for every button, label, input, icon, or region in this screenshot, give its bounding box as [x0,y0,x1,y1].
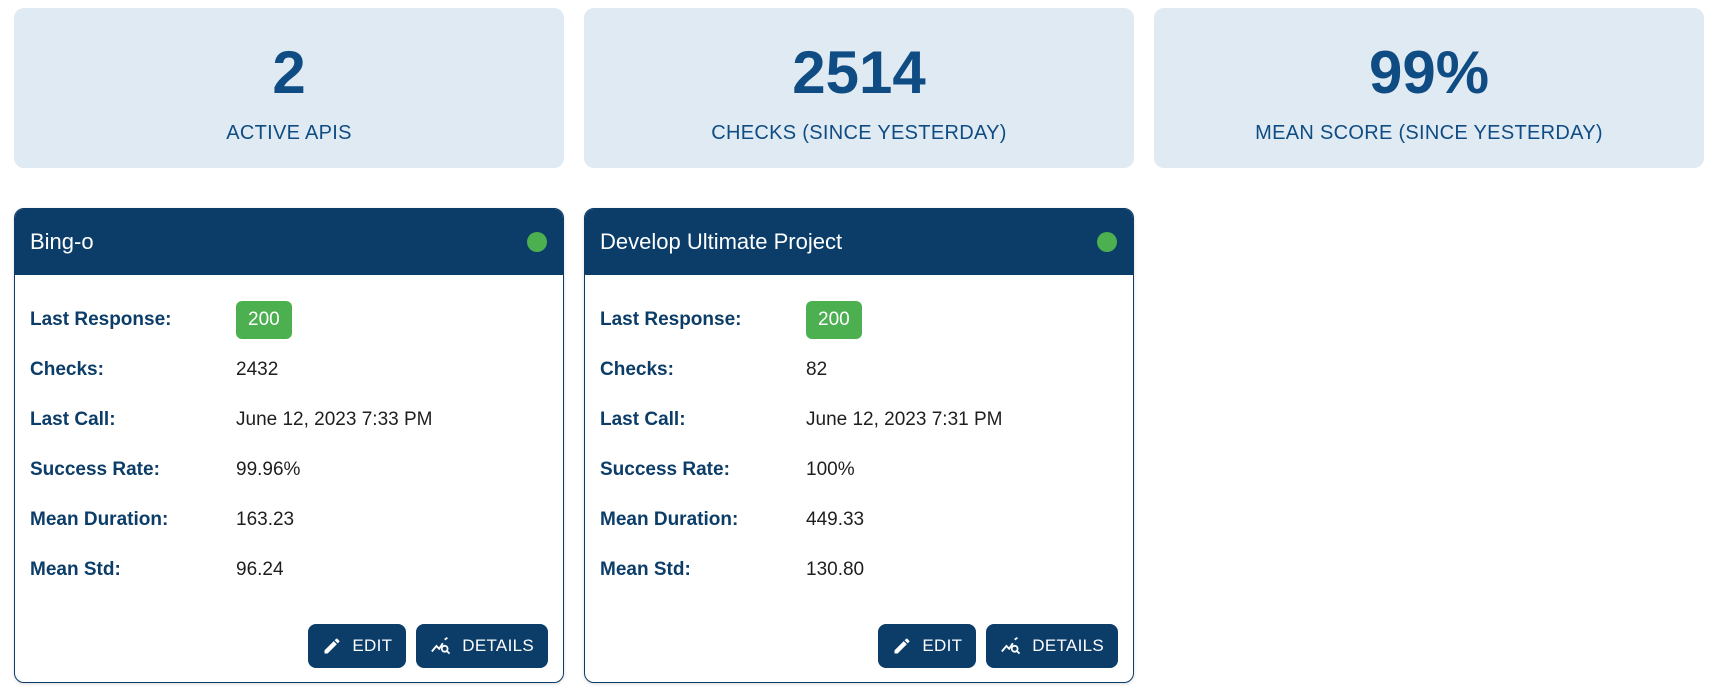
details-label: DETAILS [462,636,534,655]
details-button[interactable]: DETAILS [986,624,1118,668]
mean-duration-value: 449.33 [806,509,865,530]
api-name: Develop Ultimate Project [600,229,843,254]
edit-label: EDIT [352,636,393,655]
row-success-rate: Success Rate: 99.96% [30,445,548,495]
api-card: Bing-o Last Response: 200 Checks: 2432 L… [14,208,564,683]
last-call-value: June 12, 2023 7:33 PM [236,409,433,430]
card-actions: EDIT DETAILS [878,624,1118,668]
row-mean-duration: Mean Duration: 163.23 [30,495,548,545]
row-label: Mean Std: [600,559,691,580]
details-button[interactable]: DETAILS [416,624,548,668]
stat-value: 2514 [792,39,926,106]
row-label: Mean Duration: [30,509,169,530]
row-label: Checks: [600,359,674,380]
row-label: Last Call: [30,409,116,430]
stat-active-apis: 2 ACTIVE APIS [14,8,564,168]
stat-label: MEAN SCORE (SINCE YESTERDAY) [1255,122,1603,144]
row-label: Success Rate: [600,459,730,480]
last-call-value: June 12, 2023 7:31 PM [806,409,1003,430]
row-label: Last Call: [600,409,686,430]
stat-label: ACTIVE APIS [226,122,352,144]
stat-value: 99% [1368,39,1490,106]
details-label: DETAILS [1032,636,1104,655]
response-code-badge: 200 [236,301,292,339]
edit-label: EDIT [922,636,963,655]
success-rate-value: 99.96% [236,459,301,480]
edit-button[interactable]: EDIT [878,624,977,668]
row-label: Mean Duration: [600,509,739,530]
card-header: Bing-o [15,209,563,275]
success-rate-value: 100% [806,459,855,480]
mean-std-value: 130.80 [806,559,865,580]
status-dot-icon [1097,232,1117,252]
stat-label: CHECKS (SINCE YESTERDAY) [711,122,1007,144]
card-body: Last Response: 200 Checks: 82 Last Call:… [585,275,1133,595]
row-label: Mean Std: [30,559,121,580]
row-last-call: Last Call: June 12, 2023 7:31 PM [600,395,1118,445]
row-label: Last Response: [600,309,742,330]
mean-std-value: 96.24 [236,559,284,580]
chart-search-icon [1000,635,1022,657]
checks-value: 2432 [236,359,279,380]
mean-duration-value: 163.23 [236,509,295,530]
row-last-response: Last Response: 200 [30,295,548,345]
row-mean-duration: Mean Duration: 449.33 [600,495,1118,545]
pencil-icon [322,636,342,656]
row-checks: Checks: 2432 [30,345,548,395]
card-actions: EDIT DETAILS [308,624,548,668]
row-last-response: Last Response: 200 [600,295,1118,345]
card-body: Last Response: 200 Checks: 2432 Last Cal… [15,275,563,595]
stat-value: 2 [272,39,306,106]
checks-value: 82 [806,359,828,380]
row-mean-std: Mean Std: 130.80 [600,545,1118,595]
api-name: Bing-o [30,229,94,254]
row-success-rate: Success Rate: 100% [600,445,1118,495]
api-card: Develop Ultimate Project Last Response: … [584,208,1134,683]
row-label: Checks: [30,359,104,380]
card-header: Develop Ultimate Project [585,209,1133,275]
row-last-call: Last Call: June 12, 2023 7:33 PM [30,395,548,445]
pencil-icon [892,636,912,656]
response-code-badge: 200 [806,301,862,339]
edit-button[interactable]: EDIT [308,624,407,668]
row-label: Success Rate: [30,459,160,480]
status-dot-icon [527,232,547,252]
api-cards: Bing-o Last Response: 200 Checks: 2432 L… [14,208,1134,683]
stats-bar: 2 ACTIVE APIS 2514 CHECKS (SINCE YESTERD… [14,8,1704,168]
row-mean-std: Mean Std: 96.24 [30,545,548,595]
row-checks: Checks: 82 [600,345,1118,395]
row-label: Last Response: [30,309,172,330]
stat-checks: 2514 CHECKS (SINCE YESTERDAY) [584,8,1134,168]
chart-search-icon [430,635,452,657]
stat-mean-score: 99% MEAN SCORE (SINCE YESTERDAY) [1154,8,1704,168]
